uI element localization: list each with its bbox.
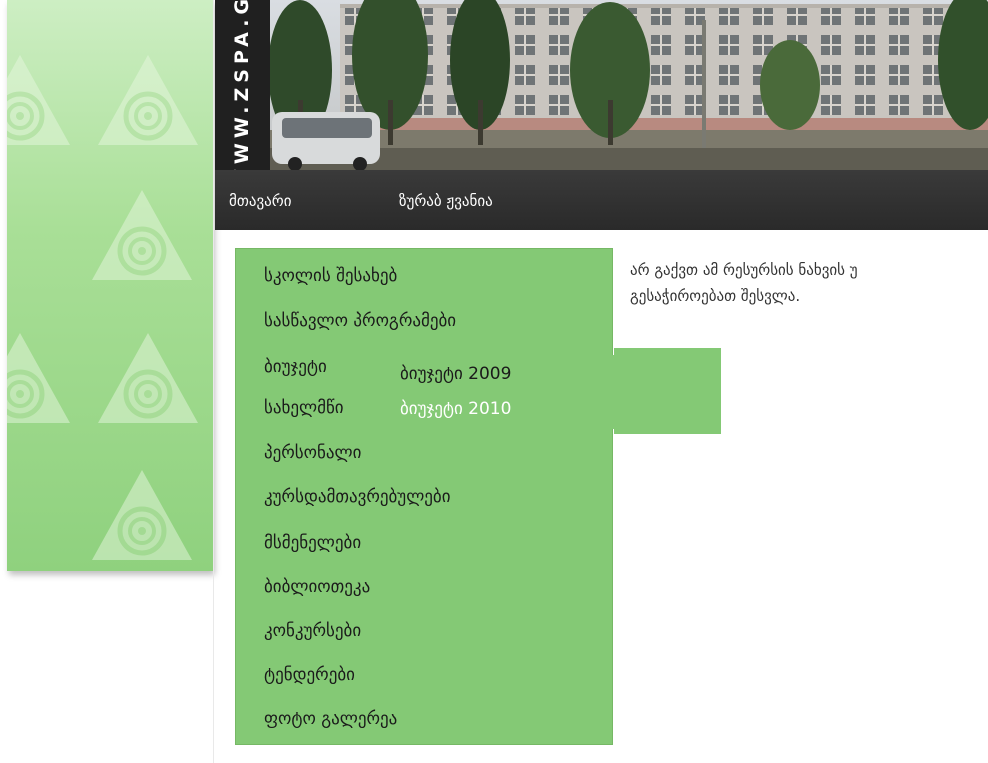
triangle-logo-icon [92,470,192,560]
site-brand-text: WWW.ZSPA.GE [231,0,253,170]
menu-item-library[interactable]: ბიბლიოთეკა [264,577,370,597]
main-nav-bar: მთავარი ზურაბ ჟვანია [215,170,988,230]
triangle-logo-icon [98,55,198,145]
triangle-logo-icon [98,333,198,423]
menu-item-about-school[interactable]: სკოლის შესახებ [264,266,397,286]
menu-item-tenders[interactable]: ტენდერები [264,665,355,685]
menu-item-photo-gallery[interactable]: ფოტო გალერეა [264,709,397,729]
menu-item-budget[interactable]: ბიუჯეტი [264,357,327,377]
school-building-image [270,0,988,170]
menu-item-textbooks[interactable]: სახელმწი [264,398,344,418]
menu-item-personnel[interactable]: პერსონალი [264,443,361,463]
nav-item-home[interactable]: მთავარი [229,192,291,210]
menu-item-listeners[interactable]: მსმენელები [264,533,361,553]
menu-item-study-programs[interactable]: სასწავლო პროგრამები [264,311,456,331]
brand-strip[interactable]: WWW.ZSPA.GE [215,0,270,170]
nav-item-zurab-zhvania[interactable]: ზურაბ ჟვანია [399,192,493,210]
access-notice-line: არ გაქვთ ამ რესურსის ნახვის უ [630,261,858,279]
access-notice-line: გესაჭიროებათ შესვლა. [630,287,801,305]
menu-item-graduates[interactable]: კურსდამთავრებულები [264,487,451,507]
access-notice: არ გაქვთ ამ რესურსის ნახვის უ გესაჭიროებ… [630,257,988,309]
triangle-logo-icon [7,55,70,145]
submenu-item-budget-2009[interactable]: ბიუჯეტი 2009 [400,364,511,384]
submenu-item-budget-2010[interactable]: ბიუჯეტი 2010 [400,399,511,419]
triangle-logo-icon [7,333,70,423]
budget-submenu [614,348,721,434]
menu-item-competitions[interactable]: კონკურსები [264,621,361,641]
page: WWW.ZSPA.GE მთავარი ზურაბ ჟვანია სკოლის … [0,0,988,763]
triangle-logo-icon [92,190,192,280]
content-divider [213,0,214,763]
side-decoration-panel [7,0,213,571]
header-photo [270,0,988,170]
